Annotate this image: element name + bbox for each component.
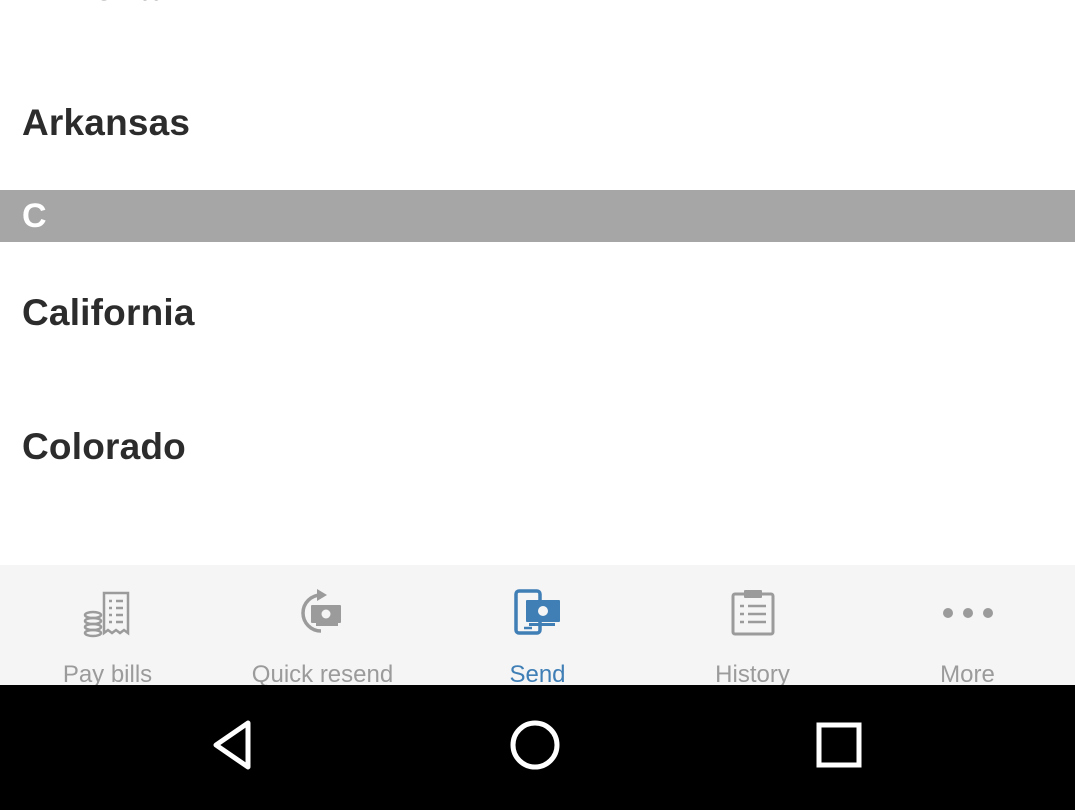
bottom-tab-bar: Pay bills Quick resend Send History More — [0, 565, 1075, 688]
state-list: Arizona Arkansas C California Colorado — [0, 0, 1075, 565]
send-icon — [510, 587, 566, 639]
quick-resend-icon — [295, 587, 351, 639]
recents-icon — [809, 715, 869, 780]
list-item-label: Arkansas — [22, 102, 191, 143]
list-item-label: California — [22, 292, 195, 333]
pay-bills-icon — [80, 587, 136, 639]
tab-pay-bills[interactable]: Pay bills — [0, 565, 215, 688]
tab-more[interactable]: More — [860, 565, 1075, 688]
tab-quick-resend[interactable]: Quick resend — [215, 565, 430, 688]
list-item[interactable]: Arizona — [0, 0, 1075, 36]
history-icon — [725, 587, 781, 639]
section-header-letter: C — [22, 196, 47, 235]
home-icon — [505, 715, 565, 780]
list-item-california[interactable]: California — [0, 265, 1075, 361]
tab-send[interactable]: Send — [430, 565, 645, 688]
back-button[interactable] — [190, 705, 274, 789]
android-navigation-bar — [0, 685, 1075, 810]
back-icon — [202, 715, 262, 780]
screen: Arizona Arkansas C California Colorado — [0, 0, 1075, 810]
more-icon — [940, 587, 996, 639]
section-header: C — [0, 190, 1075, 242]
list-item-label: Arizona — [22, 0, 159, 9]
list-item-label: Colorado — [22, 426, 186, 467]
home-button[interactable] — [493, 705, 577, 789]
recents-button[interactable] — [797, 705, 881, 789]
tab-history[interactable]: History — [645, 565, 860, 688]
list-item-colorado[interactable]: Colorado — [0, 399, 1075, 495]
list-item-arkansas[interactable]: Arkansas — [0, 75, 1075, 171]
